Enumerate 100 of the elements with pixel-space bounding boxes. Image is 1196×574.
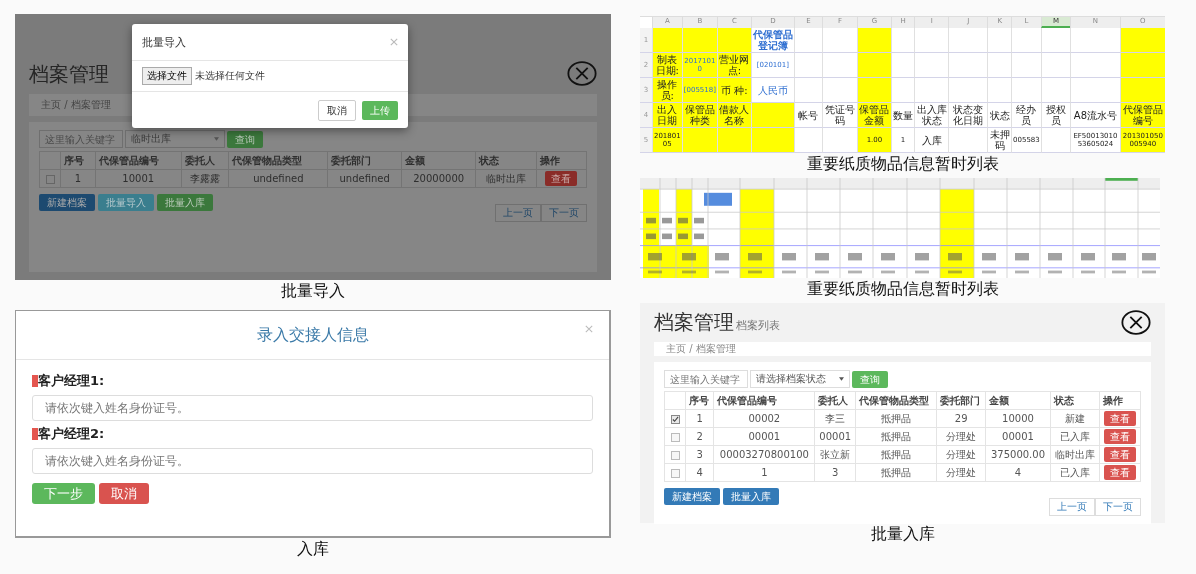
table-cell: 已入库 xyxy=(1050,427,1100,446)
table-cell: 00001 xyxy=(985,427,1051,446)
dialog-title: 批量导入 xyxy=(142,34,186,50)
row-checkbox[interactable] xyxy=(670,432,680,442)
table-cell: 分理处 xyxy=(936,463,986,482)
table-cell: 4 xyxy=(685,463,714,482)
table-cell: 10001 xyxy=(95,169,182,188)
view-button[interactable]: 查看 xyxy=(1103,411,1136,426)
figure-caption: 批量导入 xyxy=(280,281,346,301)
column-header: 序号 xyxy=(685,391,714,410)
status-select[interactable]: 临时出库 xyxy=(125,130,225,148)
sheet-cell: 经办员 xyxy=(1011,103,1041,128)
sheet-cell: 借款人名称 xyxy=(717,103,751,128)
pager-button[interactable]: 下一页 xyxy=(1095,498,1141,516)
table-cell: 分理处 xyxy=(936,445,986,464)
sheet-cell: 入库 xyxy=(914,128,948,153)
column-header: 金额 xyxy=(985,391,1051,410)
action-button[interactable]: 新建档案 xyxy=(664,488,720,505)
dialog-button[interactable]: 上传 xyxy=(362,100,398,120)
table-cell: 张立新 xyxy=(814,445,856,464)
choose-file-button[interactable]: 选择文件 xyxy=(142,67,192,85)
view-button[interactable]: 查看 xyxy=(1103,447,1136,462)
page-title: 档案管理 xyxy=(654,309,734,336)
status-select[interactable]: 请选择档案状态 xyxy=(750,370,850,388)
sheet-cell: 代保管品编号 xyxy=(1119,103,1165,128)
view-button[interactable]: 查看 xyxy=(1103,465,1136,480)
sheet-cell: 未押码 xyxy=(987,128,1012,153)
table-cell: 李露露 xyxy=(181,169,229,188)
breadcrumb: 主页 / 档案管理 xyxy=(666,342,736,356)
figure-caption: 批量入库 xyxy=(869,524,936,544)
field-label: 客户经理2: xyxy=(38,425,105,443)
sheet-cell: 出入日期 xyxy=(652,103,682,128)
action-button[interactable]: 新建档案 xyxy=(39,194,95,211)
table-cell: 新建 xyxy=(1050,409,1100,428)
sheet-cell: A8流水号 xyxy=(1070,103,1120,128)
figure-caption: 入库 xyxy=(296,539,330,559)
table-cell: undefined xyxy=(228,169,328,188)
view-button[interactable]: 查看 xyxy=(545,171,578,186)
sheet-cell: 营业网点: xyxy=(717,53,751,78)
row-checkbox[interactable] xyxy=(670,414,680,424)
query-button[interactable]: 查询 xyxy=(852,370,888,388)
column-header: 委托部门 xyxy=(327,151,402,170)
close-icon[interactable] xyxy=(1121,310,1151,335)
sheet-cell: 状态 xyxy=(987,103,1012,128)
pager-button[interactable]: 上一页 xyxy=(1049,498,1095,516)
column-header: 代保管品编号 xyxy=(713,391,815,410)
table-cell: 29 xyxy=(936,409,986,428)
table-cell: 临时出库 xyxy=(1050,445,1100,464)
table-cell: 375000.00 xyxy=(985,445,1051,464)
table-cell: 分理处 xyxy=(936,427,986,446)
row-checkbox[interactable] xyxy=(670,450,680,460)
row-checkbox[interactable] xyxy=(45,174,55,184)
sheet-cell: 币 种: xyxy=(717,78,751,103)
input-field[interactable]: 请依次键入姓名身份证号。 xyxy=(32,395,593,421)
table-cell: 抵押品 xyxy=(855,427,937,446)
sheet-cell: 授权员 xyxy=(1040,103,1071,128)
input-field[interactable]: 请依次键入姓名身份证号。 xyxy=(32,448,593,474)
column-header: 委托人 xyxy=(181,151,229,170)
caret-icon xyxy=(839,377,844,381)
table-cell: 4 xyxy=(985,463,1051,482)
sheet-cell: 制表日期: xyxy=(652,53,682,78)
field-label: 客户经理1: xyxy=(38,372,105,390)
table-cell: 1 xyxy=(60,169,96,188)
table-cell: 1 xyxy=(685,409,714,428)
column-header: 操作 xyxy=(1099,391,1141,410)
table-cell: 10000 xyxy=(985,409,1051,428)
table-cell: 抵押品 xyxy=(855,409,937,428)
table-cell: 临时出库 xyxy=(475,169,537,188)
sheet-cell: 状态变化日期 xyxy=(947,103,988,128)
page-title: 档案管理 xyxy=(29,61,109,88)
table-cell: 00003270800100 xyxy=(713,445,815,464)
table-cell: 2 xyxy=(685,427,714,446)
table-cell: 已入库 xyxy=(1050,463,1100,482)
table-cell: 抵押品 xyxy=(855,445,937,464)
table-cell: undefined xyxy=(327,169,402,188)
caret-icon xyxy=(214,137,219,141)
dialog-button[interactable]: 下一步 xyxy=(32,483,95,504)
column-header: 金额 xyxy=(401,151,476,170)
column-header: 委托人 xyxy=(814,391,856,410)
table-cell: 3 xyxy=(685,445,714,464)
figure-caption: 重要纸质物品信息暂时列表 xyxy=(805,279,1000,299)
dialog-button[interactable]: 取消 xyxy=(318,99,356,121)
dialog-button[interactable]: 取消 xyxy=(99,483,149,504)
table-cell: 抵押品 xyxy=(855,463,937,482)
view-button[interactable]: 查看 xyxy=(1103,429,1136,444)
column-header: 序号 xyxy=(60,151,96,170)
table-cell: 20000000 xyxy=(401,169,476,188)
action-button[interactable]: 批量入库 xyxy=(157,194,213,211)
table-cell: 00001 xyxy=(814,427,856,446)
table-cell: 3 xyxy=(814,463,856,482)
dialog-title: 录入交接人信息 xyxy=(256,324,369,346)
column-header: 状态 xyxy=(1050,391,1100,410)
sheet-cell: 操作员: xyxy=(652,78,682,103)
action-button[interactable]: 批量导入 xyxy=(98,194,154,211)
action-button[interactable]: 批量入库 xyxy=(723,488,779,505)
row-checkbox[interactable] xyxy=(670,468,680,478)
sheet-cell: 保管品金额 xyxy=(857,103,891,128)
table-cell: 1 xyxy=(713,463,815,482)
sheet-cell: 数量 xyxy=(890,103,915,128)
query-button[interactable]: 查询 xyxy=(227,130,263,148)
